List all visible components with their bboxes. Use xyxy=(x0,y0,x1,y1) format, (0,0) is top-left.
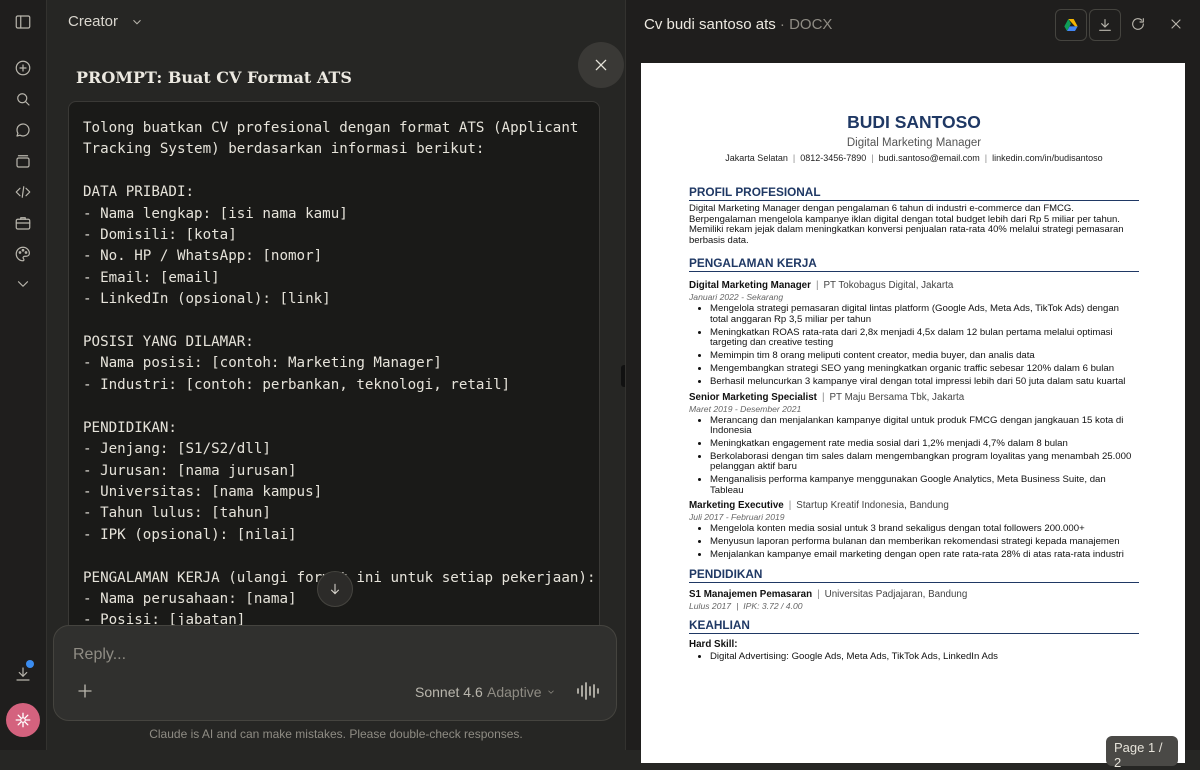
arrow-down-icon xyxy=(330,583,340,595)
artifacts-icon[interactable] xyxy=(11,211,35,235)
chevron-down-icon xyxy=(548,690,555,694)
cv-job-position: Senior Marketing Specialist xyxy=(689,391,817,403)
list-item: Menganalisis performa kampanye menggunak… xyxy=(710,475,1139,496)
cv-job-title-line: Digital Marketing Manager | PT Tokobagus D… xyxy=(689,280,954,292)
cv-contact: Jakarta Selatan | 0812-3456-7890 | budi.sant… xyxy=(725,153,1103,163)
close-preview-button[interactable] xyxy=(1161,9,1191,39)
notification-dot xyxy=(26,660,34,668)
claude-logo-icon xyxy=(15,712,31,728)
plus-icon xyxy=(78,684,92,698)
document-panel: Cv budi santoso ats · DOCX BUDI SANTOSO … xyxy=(625,0,1200,770)
download-button[interactable] xyxy=(1089,9,1121,41)
disclaimer: Claude is AI and can make mistakes. Plea… xyxy=(149,727,523,741)
cv-job-bullets: Mengelola strategi pemasaran digital lin… xyxy=(689,304,1139,387)
document-title: Cv budi santoso ats · DOCX xyxy=(644,16,833,33)
cv-skills-bullets: Digital Advertising: Google Ads, Meta Ad… xyxy=(689,651,1139,662)
close-button[interactable] xyxy=(578,42,624,88)
list-item: Mengembangkan strategi SEO yang meningka… xyxy=(710,363,1139,374)
scroll-to-bottom-button[interactable] xyxy=(317,571,353,607)
cv-skills-label: Hard Skill: xyxy=(689,638,738,650)
avatar[interactable] xyxy=(6,703,40,737)
project-selector[interactable]: Creator xyxy=(68,13,144,30)
document-name: Cv budi santoso ats xyxy=(644,16,776,33)
cv-job-title-line: Senior Marketing Specialist | PT Maju Bers… xyxy=(689,391,965,403)
list-item: Meningkatkan engagement rate media sosia… xyxy=(710,438,1139,449)
download-icon xyxy=(1099,19,1111,31)
cv-job-company: PT Tokobagus Digital, Jakarta xyxy=(823,280,954,292)
page-indicator: Page 1 / 2 xyxy=(1106,736,1178,770)
google-drive-icon xyxy=(1064,19,1078,31)
prompt-heading: PROMPT: Buat CV Format ATS xyxy=(76,68,352,87)
new-chat-icon[interactable] xyxy=(11,56,35,80)
attach-button[interactable] xyxy=(76,682,94,700)
icon-rail xyxy=(0,0,47,750)
code-icon[interactable] xyxy=(11,180,35,204)
cv-job-position: Digital Marketing Manager xyxy=(689,280,811,292)
cv-role: Digital Marketing Manager xyxy=(846,137,982,149)
chat-panel: Creator PROMPT: Buat CV Format ATS Tolon… xyxy=(47,0,625,750)
close-icon xyxy=(595,59,607,71)
cv-content: BUDI SANTOSO Digital Marketing Manager J… xyxy=(689,63,1139,665)
cv-job-title-line: Marketing Executive | Startup Kreatif Indo… xyxy=(689,500,949,512)
chevron-down-icon xyxy=(133,19,141,24)
list-item: Digital Advertising: Google Ads, Meta Ad… xyxy=(710,651,1139,662)
list-item: Berkolaborasi dengan tim sales dalam men… xyxy=(710,451,1139,473)
model-selector[interactable]: Sonnet 4.6 xyxy=(415,684,483,700)
cv-gpa: IPK: 3.72 / 4.00 xyxy=(743,600,803,611)
cv-education-heading: PENDIDIKAN xyxy=(689,567,1139,583)
cv-name: BUDI SANTOSO xyxy=(847,112,981,132)
cv-degree: S1 Manajemen Pemasaran xyxy=(689,588,813,600)
cv-phone: 0812-3456-7890 xyxy=(800,153,867,163)
sidebar-toggle-icon[interactable] xyxy=(11,10,35,34)
cv-graduated: Lulus 2017 xyxy=(689,600,732,611)
cv-school: Universitas Padjajaran, Bandung xyxy=(824,588,968,600)
refresh-button[interactable] xyxy=(1123,9,1153,39)
cv-job-company: Startup Kreatif Indonesia, Bandung xyxy=(796,500,949,512)
list-item: Mengelola strategi pemasaran digital lin… xyxy=(710,304,1139,325)
projects-icon[interactable] xyxy=(11,149,35,173)
more-chevron-icon[interactable] xyxy=(11,272,35,296)
cv-job-position: Marketing Executive xyxy=(689,500,784,512)
cv-email: budi.santoso@email.com xyxy=(878,153,980,163)
list-item: Berhasil meluncurkan 3 kampanye viral de… xyxy=(710,376,1139,387)
cv-job-dates: Maret 2019 - Desember 2021 xyxy=(689,403,802,414)
list-item: Menyusun laporan performa bulanan dan me… xyxy=(710,536,1139,547)
voice-mode-icon[interactable] xyxy=(576,682,600,700)
cv-job-company: PT Maju Bersama Tbk, Jakarta xyxy=(829,391,965,403)
document-page: BUDI SANTOSO Digital Marketing Manager J… xyxy=(641,63,1185,763)
chats-icon[interactable] xyxy=(11,118,35,142)
project-title: Creator xyxy=(68,13,119,30)
cv-job-dates: Januari 2022 - Sekarang xyxy=(689,292,784,303)
list-item: Menjalankan kampanye email marketing den… xyxy=(710,549,1139,560)
list-item: Memimpin tim 8 orang meliputi content cr… xyxy=(710,350,1139,361)
mode-label: Adaptive xyxy=(487,684,542,700)
prompt-code-text: Tolong buatkan CV profesional dengan for… xyxy=(83,120,596,629)
refresh-icon xyxy=(1132,18,1144,30)
list-item: Merancang dan menjalankan kampanye digit… xyxy=(710,415,1139,437)
cv-education-details: Lulus 2017 | IPK: 3.72 / 4.00 xyxy=(689,600,803,611)
customize-icon[interactable] xyxy=(11,242,35,266)
cv-job-dates: Juli 2017 - Februari 2019 xyxy=(689,512,785,523)
cv-education-line: S1 Manajemen Pemasaran | Universitas Padja… xyxy=(689,588,968,600)
document-type: DOCX xyxy=(789,16,833,33)
cv-profile-heading: PROFIL PROFESIONAL xyxy=(689,185,1139,201)
cv-skills-heading: KEAHLIAN xyxy=(689,618,1139,634)
list-item: Meningkatkan ROAS rata-rata dari 2,8x me… xyxy=(710,327,1139,349)
reply-composer[interactable]: Reply... Sonnet 4.6 Adaptive xyxy=(53,625,617,721)
list-item: Mengelola konten media sosial untuk 3 br… xyxy=(710,523,1139,534)
search-icon[interactable] xyxy=(11,87,35,111)
cv-job-bullets: Merancang dan menjalankan kampanye digit… xyxy=(689,415,1139,497)
cv-profile-text: Digital Marketing Manager dengan pengala… xyxy=(689,203,1124,246)
reply-input[interactable]: Reply... xyxy=(73,646,126,664)
cv-experience-heading: PENGALAMAN KERJA xyxy=(689,256,1139,273)
cv-job-bullets: Mengelola konten media sosial untuk 3 br… xyxy=(689,523,1139,560)
cv-linkedin: linkedin.com/in/budisantoso xyxy=(992,153,1103,163)
mode-selector[interactable]: Adaptive xyxy=(487,684,556,700)
save-to-drive-button[interactable] xyxy=(1055,9,1087,41)
cv-location: Jakarta Selatan xyxy=(725,153,788,163)
close-icon xyxy=(1171,19,1181,29)
